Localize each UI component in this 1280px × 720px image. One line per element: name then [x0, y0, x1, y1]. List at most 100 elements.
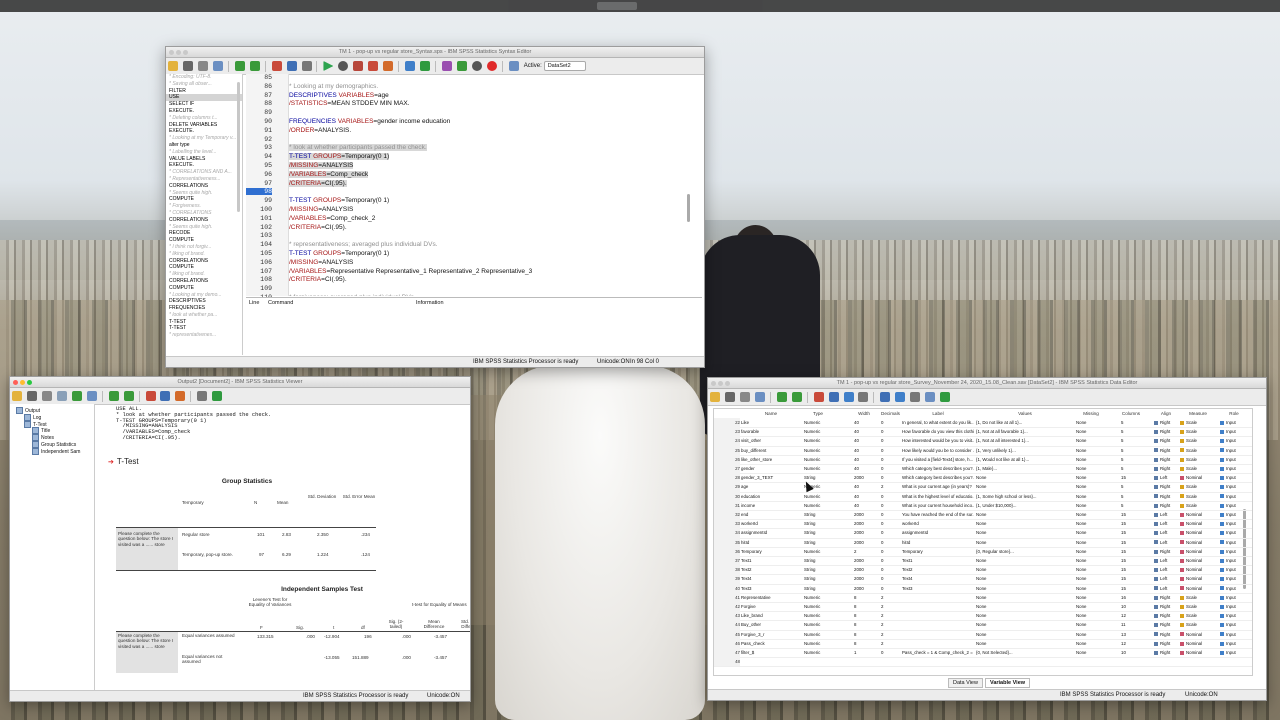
row-number[interactable]: 36 [714, 546, 740, 556]
nav-item[interactable]: * liking of brand. [166, 271, 242, 278]
edit-icon[interactable] [442, 61, 453, 71]
table-row[interactable]: 48 [714, 657, 1252, 668]
table-cell[interactable]: like_other_store [741, 455, 801, 464]
table-cell[interactable]: Input [1220, 492, 1248, 501]
table-cell[interactable]: Input [1220, 584, 1248, 593]
table-cell[interactable]: None [976, 611, 1074, 620]
table-cell[interactable]: Input [1220, 446, 1248, 455]
table-cell[interactable]: 15 [1121, 584, 1141, 593]
table-cell[interactable]: Right [1154, 492, 1178, 501]
table-cell[interactable]: Right [1154, 593, 1178, 602]
table-cell[interactable]: None [976, 473, 1074, 482]
table-cell[interactable]: Forgive_3_r [741, 630, 801, 639]
table-cell[interactable]: Text3 [902, 584, 974, 593]
table-cell[interactable]: Left [1154, 519, 1178, 528]
save-icon[interactable] [182, 61, 193, 71]
use-sets-icon[interactable] [405, 61, 416, 71]
code-line[interactable]: /MISSING=ANALYSIS [289, 162, 354, 171]
save-icon[interactable] [724, 392, 735, 402]
table-cell[interactable]: Input [1220, 464, 1248, 473]
table-cell[interactable]: 0 [881, 547, 899, 556]
table-cell[interactable]: buy_different [741, 446, 801, 455]
table-cell[interactable]: None [1076, 418, 1106, 427]
nav-item[interactable]: USE [166, 94, 242, 102]
table-cell[interactable]: Nominal [1180, 565, 1216, 574]
table-cell[interactable]: Input [1220, 574, 1248, 583]
table-cell[interactable]: Right [1154, 648, 1178, 657]
table-cell[interactable]: Representative [741, 593, 801, 602]
table-cell[interactable]: Numeric [804, 630, 832, 639]
table-cell[interactable]: 2 [881, 611, 899, 620]
table-cell[interactable]: Forgive [741, 602, 801, 611]
table-cell[interactable]: Nominal [1180, 528, 1216, 537]
table-cell[interactable]: None [976, 630, 1074, 639]
nav-item[interactable]: CORRELATIONS [166, 278, 242, 285]
table-cell[interactable]: 10 [1121, 648, 1141, 657]
table-cell[interactable]: 2 [854, 547, 874, 556]
redo-icon[interactable] [791, 392, 802, 402]
row-number[interactable]: 32 [714, 510, 740, 520]
table-cell[interactable]: What is the highest level of educatio... [902, 492, 974, 501]
weight-cases-icon[interactable] [925, 392, 936, 402]
zoom-button[interactable] [27, 380, 32, 385]
row-number[interactable]: 40 [714, 583, 740, 593]
open-folder-icon[interactable] [710, 392, 720, 402]
nav-item[interactable]: * representativenes... [166, 332, 242, 339]
nav-item[interactable]: * I think not forgiv... [166, 244, 242, 251]
find-binoculars-icon[interactable] [858, 392, 869, 402]
table-cell[interactable]: None [1076, 528, 1106, 537]
table-cell[interactable]: 0 [881, 648, 899, 657]
row-number[interactable]: 24 [714, 436, 740, 446]
window-controls[interactable] [13, 379, 34, 387]
table-cell[interactable]: Right [1154, 436, 1178, 445]
table-cell[interactable]: None [1076, 538, 1106, 547]
variables-icon[interactable] [353, 61, 364, 71]
row-number[interactable]: 30 [714, 491, 740, 501]
table-cell[interactable]: None [976, 593, 1074, 602]
table-cell[interactable]: Input [1220, 593, 1248, 602]
table-cell[interactable]: String [804, 556, 832, 565]
table-cell[interactable]: Input [1220, 510, 1248, 519]
table-cell[interactable]: 8 [854, 611, 874, 620]
goto-data-icon[interactable] [145, 391, 156, 401]
table-cell[interactable]: 0 [881, 473, 899, 482]
table-cell[interactable]: 2000 [854, 473, 874, 482]
table-cell[interactable]: Scale [1180, 593, 1216, 602]
nav-item[interactable]: DESCRIPTIVES [166, 298, 242, 305]
table-cell[interactable]: {1, Not at all interested 1}... [976, 436, 1074, 445]
table-cell[interactable]: 8 [854, 593, 874, 602]
nav-item[interactable]: * Seems quite high. [166, 190, 242, 197]
table-cell[interactable]: String [804, 510, 832, 519]
table-cell[interactable]: {1, Some high school or less}... [976, 492, 1074, 501]
active-dataset-select[interactable]: DataSet2 [543, 61, 586, 71]
table-cell[interactable]: 5 [1121, 446, 1141, 455]
table-cell[interactable]: 2000 [854, 510, 874, 519]
table-cell[interactable]: Input [1220, 648, 1248, 657]
table-cell[interactable]: How likely would you be to consider ... [902, 446, 974, 455]
table-cell[interactable]: Input [1220, 547, 1248, 556]
table-cell[interactable]: 2 [881, 482, 899, 491]
table-cell[interactable]: None [976, 538, 1074, 547]
table-cell[interactable]: Right [1154, 501, 1178, 510]
table-cell[interactable]: Input [1220, 427, 1248, 436]
code-line[interactable]: T-TEST GROUPS=Temporary(0 1) [289, 153, 390, 162]
table-cell[interactable]: Input [1220, 538, 1248, 547]
table-cell[interactable]: None [1076, 464, 1106, 473]
table-cell[interactable]: Scale [1180, 464, 1216, 473]
table-cell[interactable]: None [1076, 611, 1106, 620]
table-cell[interactable]: 0 [881, 455, 899, 464]
table-cell[interactable]: {1, Very unlikely 1}... [976, 446, 1074, 455]
table-cell[interactable]: Left [1154, 473, 1178, 482]
table-cell[interactable]: Input [1220, 602, 1248, 611]
code-line[interactable]: /MISSING=ANALYSIS [289, 259, 353, 268]
table-cell[interactable]: None [1076, 473, 1106, 482]
table-cell[interactable]: Right [1154, 418, 1178, 427]
row-number[interactable]: 45 [714, 629, 740, 639]
row-number[interactable]: 44 [714, 620, 740, 630]
table-cell[interactable]: What is your current household inco... [902, 501, 974, 510]
syntax-code-area[interactable]: * Looking at my demographics. DESCRIPTIVE… [289, 74, 693, 296]
table-cell[interactable]: 1 [854, 648, 874, 657]
table-cell[interactable]: {1, Under $10,000}... [976, 501, 1074, 510]
table-cell[interactable]: 2000 [854, 565, 874, 574]
table-cell[interactable]: None [976, 519, 1074, 528]
